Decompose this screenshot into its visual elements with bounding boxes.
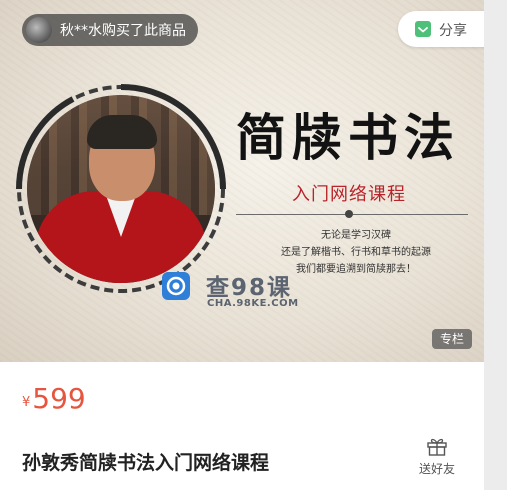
divider-dot: [345, 210, 353, 218]
share-icon: [415, 21, 431, 37]
watermark-logo-icon: [162, 272, 190, 300]
description-line: 无论是学习汉碑: [321, 230, 391, 241]
share-button[interactable]: 分享: [398, 11, 484, 47]
price-value: 599: [32, 382, 86, 415]
share-label: 分享: [439, 23, 467, 39]
user-avatar-icon: [26, 17, 52, 43]
buyer-notice: 秋**水购买了此商品: [22, 14, 198, 46]
gift-label: 送好友: [418, 462, 455, 476]
watermark-url: CHA.98KE.COM: [207, 298, 299, 309]
buyer-notice-text: 秋**水购买了此商品: [60, 23, 186, 39]
gift-icon: [427, 438, 447, 456]
course-title: 孙敦秀简牍书法入门网络课程: [22, 452, 270, 474]
page-edge: [484, 0, 507, 490]
watermark-text: 查98课: [206, 275, 293, 301]
banner-title: 简牍书法: [236, 108, 460, 167]
gift-to-friend-button[interactable]: 送好友: [415, 435, 459, 480]
product-card: 秋**水购买了此商品 分享 简牍书法 入门网络课程 无论是学习汉碑 还是了解楷书…: [0, 0, 484, 490]
banner-subtitle: 入门网络课程: [292, 184, 406, 205]
price: ¥599: [22, 382, 86, 415]
currency-symbol: ¥: [22, 395, 31, 410]
instructor-photo: [27, 95, 215, 283]
column-badge: 专栏: [432, 329, 472, 349]
description-line: 还是了解楷书、行书和草书的起源: [281, 247, 431, 258]
